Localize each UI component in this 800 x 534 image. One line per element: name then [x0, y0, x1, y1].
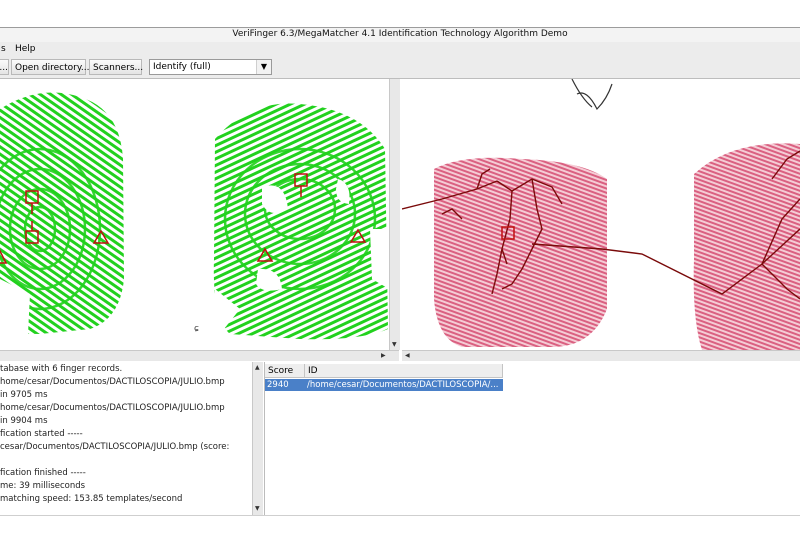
open-directory-button[interactable]: Open directory...	[11, 59, 89, 75]
left-view-vertical-scrollbar[interactable]: ▼	[389, 79, 400, 350]
log-vertical-scrollbar[interactable]: ▲ ▼	[252, 362, 263, 515]
scroll-right-icon[interactable]: ▶	[381, 352, 386, 359]
column-header-score[interactable]: Score	[265, 364, 305, 378]
mode-select-value: Identify (full)	[153, 62, 211, 72]
svg-text:ɕ: ɕ	[194, 324, 199, 334]
green-fingerprint-image: ɕ	[0, 92, 389, 340]
right-view-horizontal-scrollbar[interactable]: ◀	[402, 350, 800, 361]
log-line: in 9904 ms	[0, 416, 48, 426]
column-header-id[interactable]: ID	[305, 364, 503, 378]
log-line: fication finished -----	[0, 468, 86, 478]
chevron-down-icon[interactable]: ▼	[256, 60, 271, 74]
log-line: cesar/Documentos/DACTILOSCOPIA/JULIO.bmp…	[0, 442, 230, 452]
matched-fingerprint-image	[402, 79, 800, 350]
menu-bar: s Help	[0, 42, 800, 57]
menu-help[interactable]: Help	[15, 44, 36, 54]
log-line: me: 39 milliseconds	[0, 481, 86, 491]
scanners-button[interactable]: Scanners...	[89, 59, 143, 75]
result-id-cell[interactable]: /home/cesar/Documentos/DACTILOSCOPIA/...	[305, 379, 505, 391]
menu-tools[interactable]: s	[1, 44, 6, 54]
scroll-down-icon[interactable]: ▼	[392, 341, 397, 348]
status-bar	[0, 515, 800, 534]
log-line: home/cesar/Documentos/DACTILOSCOPIA/JULI…	[0, 377, 225, 387]
log-line: home/cesar/Documentos/DACTILOSCOPIA/JULI…	[0, 403, 225, 413]
scroll-down-icon[interactable]: ▼	[255, 505, 260, 512]
result-score-cell[interactable]: 2940	[265, 379, 307, 391]
left-fingerprint-view[interactable]: ɕ	[0, 79, 389, 350]
log-line: fication started -----	[0, 429, 83, 439]
right-fingerprint-view[interactable]	[402, 79, 800, 350]
log-panel: tabase with 6 finger records. home/cesar…	[0, 362, 252, 515]
left-view-horizontal-scrollbar[interactable]: ▶	[0, 350, 399, 361]
log-line: matching speed: 153.85 templates/second	[0, 494, 183, 504]
toolbar: ... Open directory... Scanners... Identi…	[0, 57, 800, 79]
scroll-up-icon[interactable]: ▲	[255, 364, 260, 371]
log-line: in 9705 ms	[0, 390, 48, 400]
title-bar: VeriFinger 6.3/MegaMatcher 4.1 Identific…	[0, 27, 800, 43]
window-title: VeriFinger 6.3/MegaMatcher 4.1 Identific…	[232, 29, 568, 39]
log-line: tabase with 6 finger records.	[0, 364, 123, 374]
open-file-button[interactable]: ...	[0, 59, 9, 75]
scroll-left-icon[interactable]: ◀	[405, 352, 410, 359]
results-table: Score ID 2940 /home/cesar/Documentos/DAC…	[264, 362, 800, 515]
mode-select[interactable]: Identify (full) ▼	[149, 59, 272, 75]
